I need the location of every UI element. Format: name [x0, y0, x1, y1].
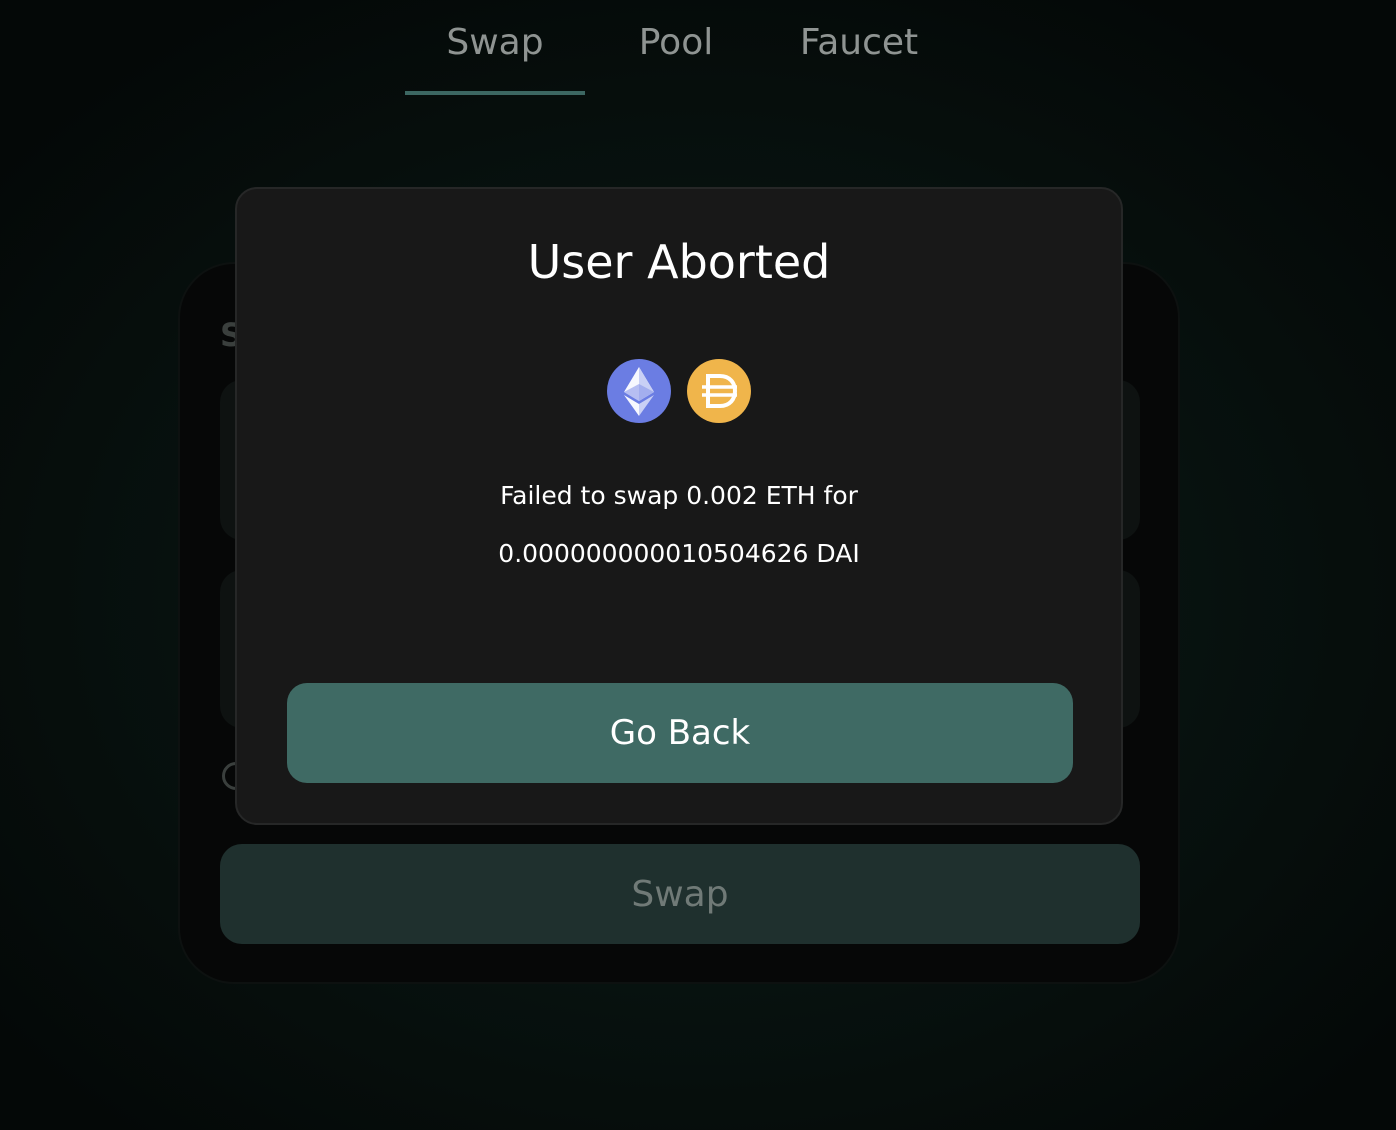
go-back-button[interactable]: Go Back	[287, 683, 1073, 783]
modal-message-line2: 0.000000000010504626 DAI	[498, 539, 860, 568]
tab-pool[interactable]: Pool	[606, 22, 746, 95]
tab-swap[interactable]: Swap	[405, 22, 585, 95]
modal-message-line1: Failed to swap 0.002 ETH for	[500, 481, 858, 510]
status-modal: User Aborted Failed to swap 0.002 ETH fo…	[235, 187, 1123, 825]
tab-faucet[interactable]: Faucet	[778, 22, 940, 95]
eth-icon	[607, 359, 671, 423]
dai-icon	[687, 359, 751, 423]
modal-title: User Aborted	[527, 235, 831, 289]
swap-button[interactable]: Swap	[220, 844, 1140, 944]
top-nav: Swap Pool Faucet	[0, 0, 1396, 100]
